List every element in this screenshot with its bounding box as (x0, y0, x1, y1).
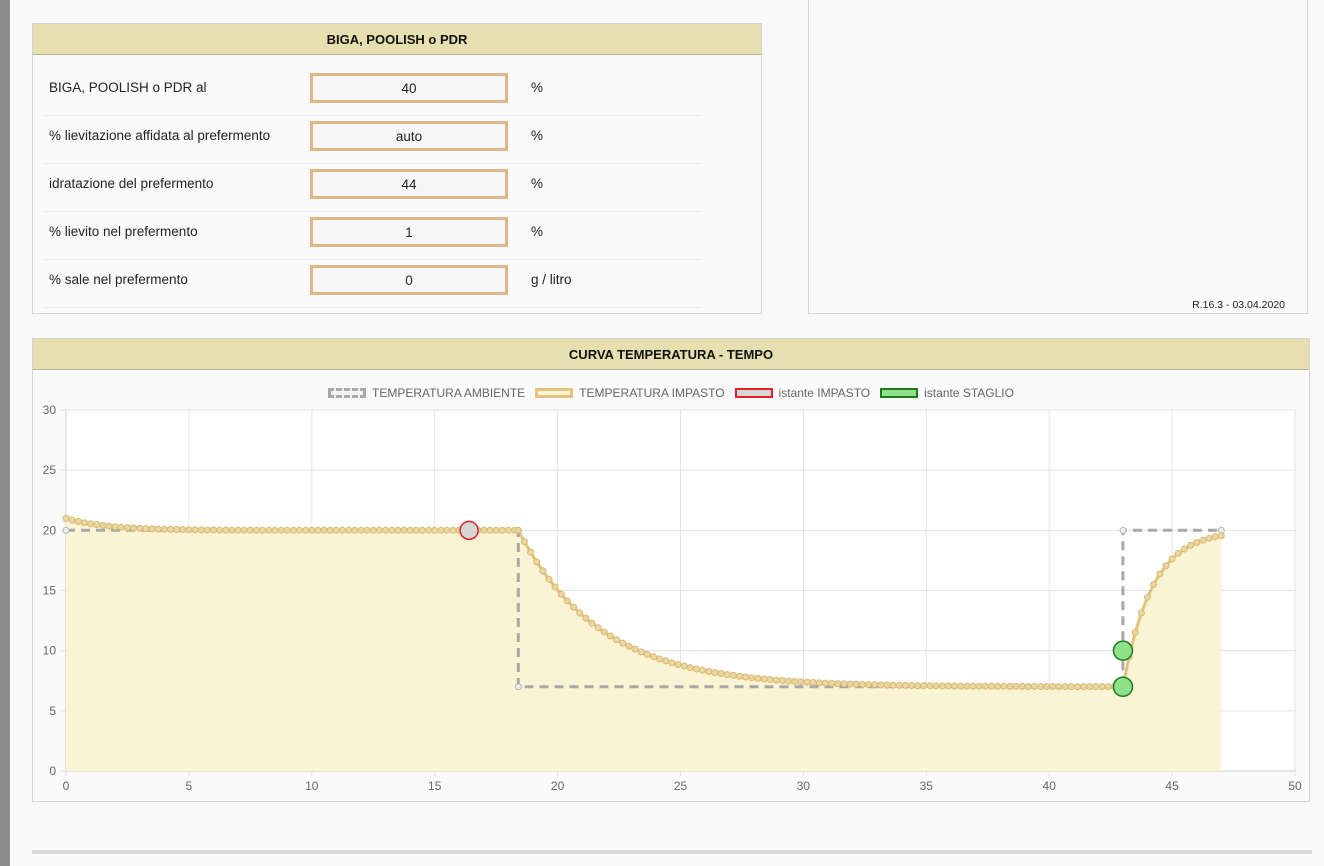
preferment-panel: BIGA, POOLISH o PDR BIGA, POOLISH o PDR … (32, 23, 762, 314)
preferment-percent-input[interactable] (310, 73, 508, 103)
leavening-share-unit: % (531, 128, 544, 143)
chart-legend: TEMPERATURA AMBIENTE TEMPERATURA IMPASTO… (33, 385, 1309, 401)
legend-swatch-ambient (328, 388, 367, 398)
leavening-share-input[interactable] (310, 121, 508, 151)
form-row-salt: % sale nel prefermento g / litro (44, 260, 702, 308)
legend-swatch-istante-impasto (734, 388, 773, 398)
legend-label-impasto: TEMPERATURA IMPASTO (579, 386, 725, 400)
legend-swatch-impasto (535, 388, 574, 398)
form-row-hydration: idratazione del prefermento % (44, 164, 702, 212)
salt-label: % sale nel prefermento (49, 272, 188, 287)
legend-label-istante-impasto: istante IMPASTO (778, 386, 871, 400)
legend-swatch-istante-staglio (880, 388, 919, 398)
form-row-yeast: % lievito nel prefermento % (44, 212, 702, 260)
form-row-leavening-share: % lievitazione affidata al prefermento % (44, 116, 702, 164)
leavening-share-label: % lievitazione affidata al prefermento (49, 128, 271, 143)
yeast-label: % lievito nel prefermento (49, 224, 198, 239)
hydration-unit: % (531, 176, 544, 191)
left-border-strip (0, 0, 10, 866)
salt-input[interactable] (310, 265, 508, 295)
legend-item-istante-staglio[interactable]: istante STAGLIO (880, 386, 1014, 400)
hydration-label: idratazione del prefermento (49, 176, 214, 191)
chart-panel-title: CURVA TEMPERATURA - TEMPO (33, 339, 1309, 370)
yeast-input[interactable] (310, 217, 508, 247)
legend-item-istante-impasto[interactable]: istante IMPASTO (734, 386, 871, 400)
yeast-unit: % (531, 224, 544, 239)
legend-item-ambient[interactable]: TEMPERATURA AMBIENTE (328, 386, 525, 400)
chart-panel: CURVA TEMPERATURA - TEMPO TEMPERATURA AM… (32, 338, 1310, 802)
legend-label-ambient: TEMPERATURA AMBIENTE (372, 386, 526, 400)
legend-item-impasto[interactable]: TEMPERATURA IMPASTO (535, 386, 725, 400)
bottom-divider (32, 850, 1312, 854)
form-row-preferment-percent: BIGA, POOLISH o PDR al % (44, 68, 702, 116)
preferment-percent-unit: % (531, 80, 544, 95)
legend-label-istante-staglio: istante STAGLIO (924, 386, 1014, 400)
salt-unit: g / litro (531, 272, 572, 287)
version-label: R.16.3 - 03.04.2020 (1192, 299, 1285, 311)
hydration-input[interactable] (310, 169, 508, 199)
preferment-panel-title: BIGA, POOLISH o PDR (33, 24, 761, 55)
preferment-percent-label: BIGA, POOLISH o PDR al (49, 80, 207, 95)
info-panel: R.16.3 - 03.04.2020 (808, 0, 1308, 314)
